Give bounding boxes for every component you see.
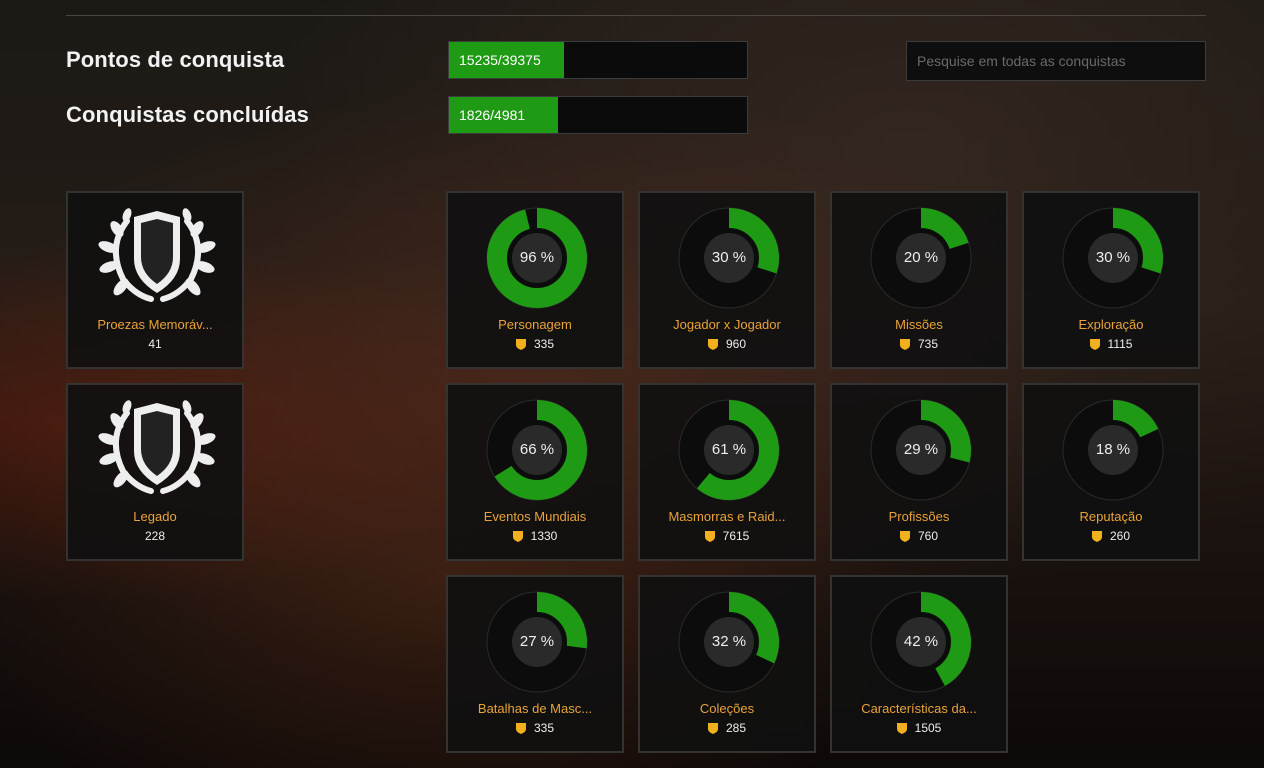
category-title: Eventos Mundiais <box>483 509 587 524</box>
category-title: Jogador x Jogador <box>673 317 781 332</box>
achievement-shield-icon <box>704 531 715 542</box>
category-percent: 20 % <box>903 249 939 266</box>
achievements-completed-bar: 1826/4981 <box>448 96 748 134</box>
category-points: 335 <box>533 337 555 351</box>
top-divider <box>66 15 1206 16</box>
category-card[interactable]: 61 % Masmorras e Raid... 7615 <box>638 383 816 561</box>
achievements-completed-value: 1826/4981 <box>459 107 526 123</box>
category-count: 1330 <box>448 529 622 543</box>
category-points: 1505 <box>914 721 942 735</box>
category-title: Masmorras e Raid... <box>668 509 786 524</box>
category-percent: 30 % <box>1095 249 1131 266</box>
category-percent: 32 % <box>711 633 747 650</box>
category-points: 335 <box>533 721 555 735</box>
achievement-shield-icon <box>512 531 523 542</box>
category-title: Legado <box>133 509 177 524</box>
category-percent: 61 % <box>711 441 747 458</box>
category-count: 1115 <box>1024 337 1198 351</box>
category-card[interactable]: 42 % Características da... 1505 <box>830 575 1008 753</box>
category-card[interactable]: 32 % Coleções 285 <box>638 575 816 753</box>
achievement-shield-icon <box>899 339 910 350</box>
achievements-completed-label: Conquistas concluídas <box>66 102 309 127</box>
achievement-shield-icon <box>515 723 526 734</box>
category-points: 285 <box>725 721 747 735</box>
category-points: 735 <box>917 337 939 351</box>
achievement-shield-icon <box>707 339 718 350</box>
category-points: 960 <box>725 337 747 351</box>
category-card[interactable]: 29 % Profissões 760 <box>830 383 1008 561</box>
achievement-shield-icon <box>896 723 907 734</box>
category-count: 7615 <box>640 529 814 543</box>
category-points: 7615 <box>722 529 750 543</box>
achievement-shield-icon <box>1089 339 1100 350</box>
category-title: Exploração <box>1078 317 1144 332</box>
achievement-shield-icon <box>515 339 526 350</box>
category-percent: 96 % <box>519 249 555 266</box>
achievement-shield-icon <box>899 531 910 542</box>
category-title: Coleções <box>699 701 755 716</box>
category-title: Reputação <box>1079 509 1143 524</box>
category-count: 1505 <box>832 721 1006 735</box>
category-count: 260 <box>1024 529 1198 543</box>
category-percent: 66 % <box>519 441 555 458</box>
category-percent: 27 % <box>519 633 555 650</box>
category-count: 735 <box>832 337 1006 351</box>
category-percent: 18 % <box>1095 441 1131 458</box>
category-count: 285 <box>640 721 814 735</box>
category-count: 760 <box>832 529 1006 543</box>
category-count: 335 <box>448 337 622 351</box>
category-card[interactable]: 30 % Exploração 1115 <box>1022 191 1200 369</box>
laurel-shield-icon <box>97 399 217 500</box>
category-points: 1330 <box>530 529 558 543</box>
category-card-feats-of-strength[interactable]: Proezas Memoráv... 41 <box>66 191 244 369</box>
category-count: 41 <box>148 337 162 351</box>
laurel-shield-icon <box>97 207 217 308</box>
category-points: 1115 <box>1107 337 1133 351</box>
category-percent: 29 % <box>903 441 939 458</box>
category-card[interactable]: 30 % Jogador x Jogador 960 <box>638 191 816 369</box>
category-count: 960 <box>640 337 814 351</box>
category-points: 760 <box>917 529 939 543</box>
achievement-points-value: 15235/39375 <box>459 52 541 68</box>
search-achievements-input[interactable] <box>906 41 1206 81</box>
category-count: 228 <box>144 529 166 543</box>
category-title: Batalhas de Masc... <box>477 701 593 716</box>
category-card[interactable]: 18 % Reputação 260 <box>1022 383 1200 561</box>
category-points: 260 <box>1109 529 1131 543</box>
achievement-points-bar: 15235/39375 <box>448 41 748 79</box>
category-card[interactable]: 66 % Eventos Mundiais 1330 <box>446 383 624 561</box>
category-percent: 30 % <box>711 249 747 266</box>
category-percent: 42 % <box>903 633 939 650</box>
category-card[interactable]: 27 % Batalhas de Masc... 335 <box>446 575 624 753</box>
category-count: 335 <box>448 721 622 735</box>
achievement-shield-icon <box>707 723 718 734</box>
category-title: Profissões <box>888 509 950 524</box>
category-title: Proezas Memoráv... <box>97 317 213 332</box>
category-title: Missões <box>895 317 943 332</box>
achievement-shield-icon <box>1091 531 1102 542</box>
category-title: Características da... <box>861 701 977 716</box>
category-card-legacy[interactable]: Legado 228 <box>66 383 244 561</box>
category-card[interactable]: 96 % Personagem 335 <box>446 191 624 369</box>
category-title: Personagem <box>498 317 572 332</box>
achievement-points-label: Pontos de conquista <box>66 47 285 72</box>
category-card[interactable]: 20 % Missões 735 <box>830 191 1008 369</box>
